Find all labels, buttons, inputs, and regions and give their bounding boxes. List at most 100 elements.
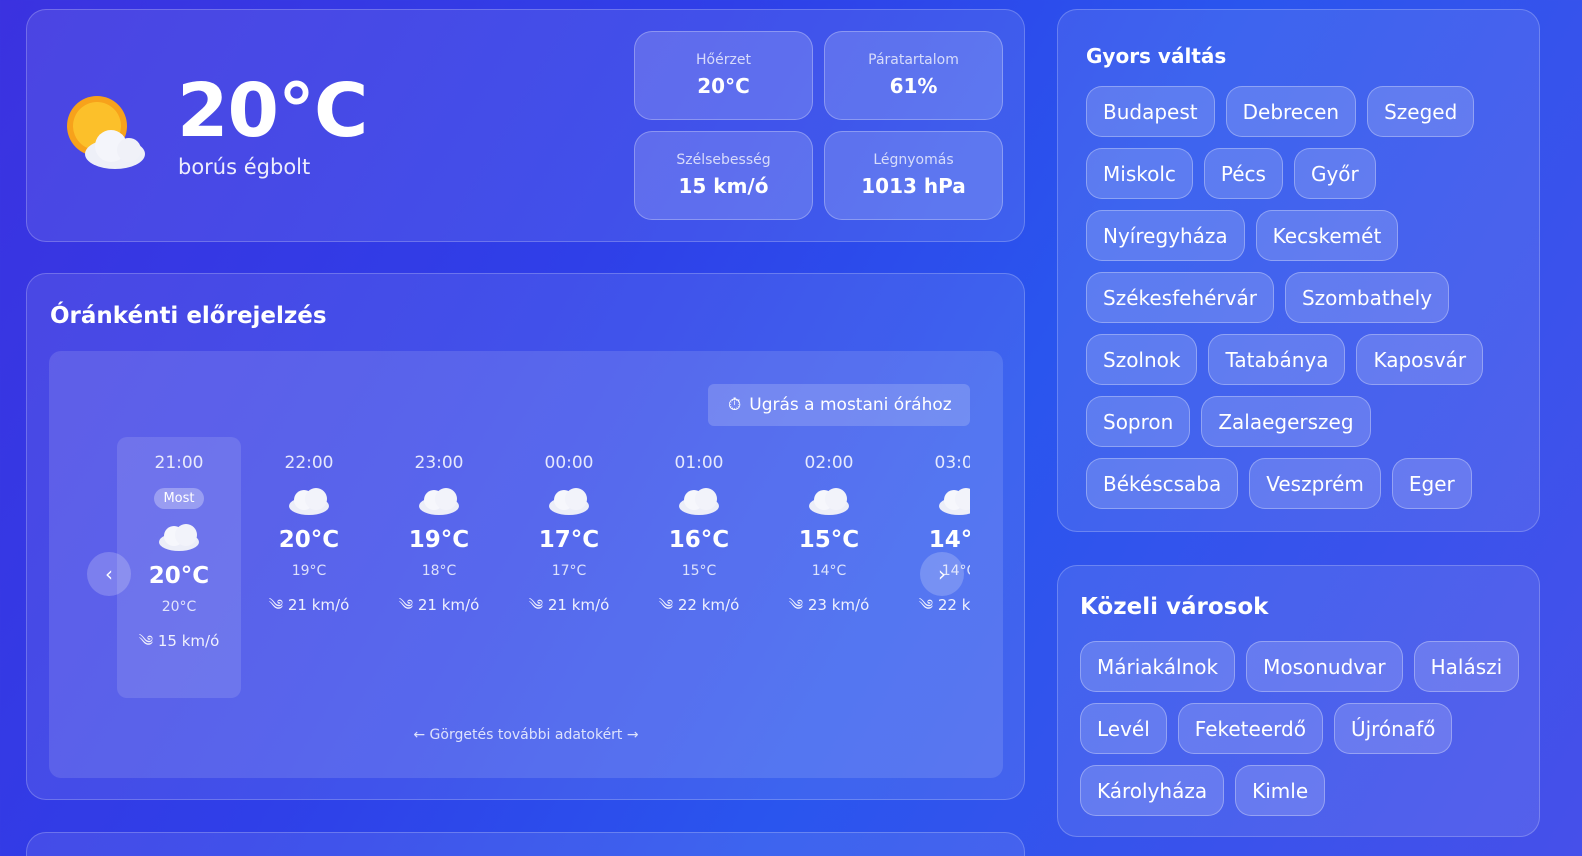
hour-feels-like: 14°C [811,563,847,579]
hour-temperature: 14°C [928,527,970,553]
hour-wind-value: 21 km/ó [547,596,610,614]
city-chip[interactable]: Kaposvár [1356,334,1484,385]
city-chip[interactable]: Székesfehérvár [1086,272,1274,323]
stat-label: Páratartalom [868,52,959,68]
city-chip[interactable]: Nyíregyháza [1086,210,1245,261]
scroll-right-button[interactable]: › [920,552,964,596]
wind-icon: ༄ [138,632,154,650]
hour-feels-like: 19°C [291,563,327,579]
city-chip[interactable]: Szombathely [1284,272,1450,323]
nearby-city-chip[interactable]: Feketeerdő [1177,703,1323,754]
hourly-title: Óránkénti előrejelzés [50,303,327,329]
hour-time: 23:00 [414,453,464,473]
hour-wind: ༄ 22 km/ó [897,589,970,631]
next-section-card [26,832,1025,856]
hour-temperature: 20°C [148,563,210,589]
hour-temperature: 16°C [668,527,730,553]
hourly-forecast-card: Óránkénti előrejelzés ⏱ Ugrás a mostani … [26,273,1025,800]
quick-switch-card: Gyors váltás Budapest Debrecen Szeged Misko… [1057,9,1540,532]
wind-speed-stat: Szélsebesség 15 km/ó [634,131,813,220]
nearby-chips: Máriakálnok Mosonudvar Halászi Levél Feketee… [1080,641,1530,816]
nearby-city-chip[interactable]: Kimle [1235,765,1326,816]
city-chip[interactable]: Veszprém [1249,458,1381,509]
city-chip[interactable]: Tatabánya [1208,334,1346,385]
stat-label: Szélsebesség [676,152,771,168]
hour-wind: ༄ 22 km/ó [637,589,761,631]
hour-temperature: 20°C [278,527,340,553]
now-badge: Most [154,488,204,509]
city-chip[interactable]: Zalaegerszeg [1201,396,1371,447]
hour-wind-value: 21 km/ó [287,596,350,614]
hour-wind: ༄ 23 km/ó [767,589,891,631]
quick-switch-title: Gyors váltás [1086,44,1227,68]
hour-temperature: 17°C [538,527,600,553]
hour-wind: ༄ 15 km/ó [117,625,241,667]
current-condition: borús égbolt [178,155,311,179]
cloud-icon [287,485,331,515]
hour-time: 22:00 [284,453,334,473]
scroll-hint: ← Görgetés további adatokért → [413,727,639,743]
city-chip[interactable]: Budapest [1086,86,1215,137]
hour-wind-value: 23 km/ó [807,596,870,614]
hour-wind-value: 22 km/ó [937,596,970,614]
city-chip[interactable]: Miskolc [1086,148,1193,199]
hour-strip[interactable]: 21:00 Most 20°C 20°C ༄ 15 km/ó 22:00 20°C 19°C ༄… [117,437,970,702]
city-chip[interactable]: Sopron [1086,396,1191,447]
nearby-city-chip[interactable]: Károlyháza [1080,765,1225,816]
nearby-city-chip[interactable]: Mosonudvar [1246,641,1403,692]
jump-button-label: Ugrás a mostani órához [749,395,952,415]
wind-icon: ༄ [398,596,414,614]
hour-feels-like: 17°C [551,563,587,579]
wind-icon: ༄ [268,596,284,614]
city-chip[interactable]: Kecskemét [1255,210,1399,261]
cloud-icon [807,485,851,515]
wind-icon: ༄ [788,596,804,614]
stopwatch-icon: ⏱ [728,395,742,415]
wind-icon: ༄ [658,596,674,614]
hour-column: 23:00 19°C 18°C ༄ 21 km/ó [377,437,501,698]
cloud-icon [677,485,721,515]
hour-temperature: 19°C [408,527,470,553]
city-chip[interactable]: Debrecen [1225,86,1357,137]
hour-wind-value: 22 km/ó [677,596,740,614]
hour-feels-like: 15°C [681,563,717,579]
cloud-icon [937,485,970,515]
city-chip[interactable]: Szeged [1367,86,1475,137]
nearby-cities-card: Közeli városok Máriakálnok Mosonudvar Halá… [1057,565,1540,837]
sun-behind-cloud-icon [63,94,149,174]
chevron-left-icon: ‹ [105,562,113,586]
hour-column: 22:00 20°C 19°C ༄ 21 km/ó [247,437,371,698]
hour-column: 21:00 Most 20°C 20°C ༄ 15 km/ó [117,437,241,698]
scroll-left-button[interactable]: ‹ [87,552,131,596]
quick-switch-chips: Budapest Debrecen Szeged Miskolc Pécs Győr Nyí… [1086,86,1506,509]
city-chip[interactable]: Békéscsaba [1086,458,1239,509]
hour-wind: ༄ 21 km/ó [507,589,631,631]
current-temperature: 20°C [177,68,368,154]
pressure-stat: Légnyomás 1013 hPa [824,131,1003,220]
stat-value: 1013 hPa [861,174,966,198]
jump-to-now-button[interactable]: ⏱ Ugrás a mostani órához [708,384,970,426]
stat-label: Hőérzet [696,52,751,68]
hour-feels-like: 18°C [421,563,457,579]
hour-column: 01:00 16°C 15°C ༄ 22 km/ó [637,437,761,698]
hour-time: 03:00 [934,453,971,473]
hour-wind: ༄ 21 km/ó [377,589,501,631]
nearby-city-chip[interactable]: Máriakálnok [1080,641,1236,692]
city-chip[interactable]: Győr [1293,148,1376,199]
hour-wind-value: 15 km/ó [157,632,220,650]
hour-wind: ༄ 21 km/ó [247,589,371,631]
nearby-title: Közeli városok [1080,594,1269,620]
hour-feels-like: 20°C [161,599,197,615]
hour-time: 21:00 [154,453,204,473]
city-chip[interactable]: Szolnok [1086,334,1198,385]
city-chip[interactable]: Eger [1391,458,1472,509]
stat-value: 15 km/ó [678,174,769,198]
nearby-city-chip[interactable]: Halászi [1413,641,1520,692]
hour-time: 02:00 [804,453,854,473]
nearby-city-chip[interactable]: Levél [1080,703,1167,754]
hour-column: 02:00 15°C 14°C ༄ 23 km/ó [767,437,891,698]
current-weather-card: 20°C borús égbolt Hőérzet 20°C Páratarta… [26,9,1025,242]
nearby-city-chip[interactable]: Újrónafő [1333,703,1453,754]
city-chip[interactable]: Pécs [1203,148,1283,199]
hour-time: 00:00 [544,453,594,473]
